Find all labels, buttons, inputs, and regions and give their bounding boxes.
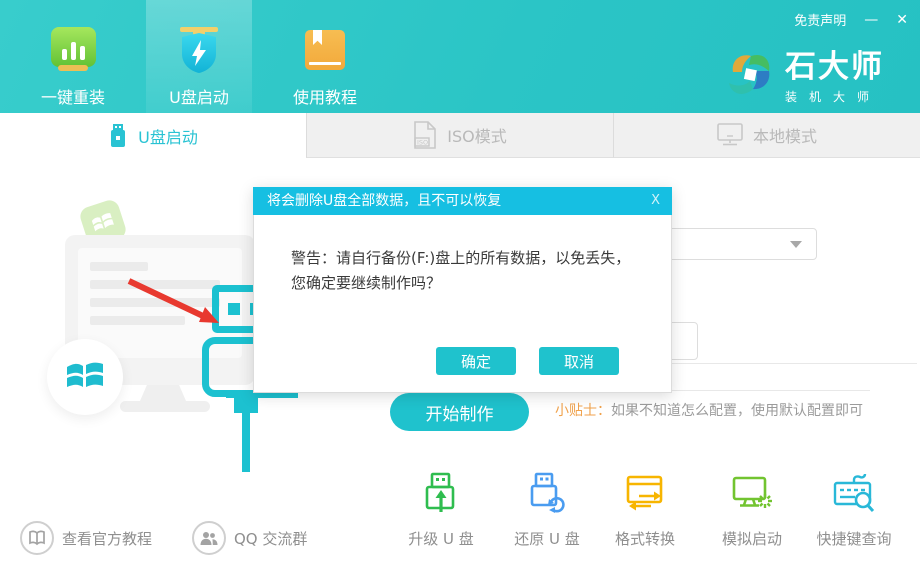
tool-upgrade-usb[interactable]: 升级 U 盘 xyxy=(386,471,496,549)
dialog-titlebar: 将会删除U盘全部数据，且不可以恢复 X xyxy=(253,187,672,215)
svg-text:ISO: ISO xyxy=(417,139,428,147)
official-tutorial-link[interactable]: 查看官方教程 xyxy=(20,521,152,555)
hotkey-search-icon xyxy=(831,471,877,517)
monitor-icon xyxy=(717,123,743,147)
tool-hotkey-query[interactable]: 快捷键查询 xyxy=(799,471,909,549)
subtab-label: 本地模式 xyxy=(753,123,817,147)
disclaimer-link[interactable]: 免责声明 xyxy=(794,10,846,29)
tool-format-convert[interactable]: 格式转换 xyxy=(590,471,700,549)
tool-simulate-boot[interactable]: 模拟启动 xyxy=(697,471,807,549)
tab-label: U盘启动 xyxy=(169,84,229,108)
mode-tabbar: U盘启动 ISO ISO模式 本地模式 xyxy=(0,113,920,158)
usb-restore-icon xyxy=(524,471,570,517)
brand-swirl-icon xyxy=(725,50,775,102)
iso-file-icon: ISO xyxy=(413,121,437,149)
brand-tagline: 装机大师 xyxy=(785,88,884,105)
tool-restore-usb[interactable]: 还原 U 盘 xyxy=(492,471,602,549)
subtab-label: U盘启动 xyxy=(138,124,198,148)
tip-text: 小贴士：如果不知道怎么配置，使用默认配置即可 xyxy=(555,400,863,420)
minimize-button[interactable]: — xyxy=(864,11,878,29)
tab-tutorial[interactable]: 使用教程 xyxy=(272,0,378,113)
windows-logo-icon xyxy=(47,339,123,415)
tab-usb-boot[interactable]: U盘启动 xyxy=(146,0,252,113)
dialog-close-icon[interactable]: X xyxy=(651,187,660,215)
brand-name: 石大师 xyxy=(785,50,884,84)
app-window: 一键重装 U盘启动 使 xyxy=(0,0,920,580)
cancel-button[interactable]: 取消 xyxy=(539,347,619,375)
tab-label: 使用教程 xyxy=(293,84,357,108)
subtab-usb-boot[interactable]: U盘启动 xyxy=(0,113,306,158)
dialog-message: 警告：请自行备份(F:)盘上的所有数据，以免丢失，您确定要继续制作吗？ xyxy=(291,246,643,296)
brand-logo: 石大师 装机大师 xyxy=(725,50,884,105)
main-content: 开始制作 小贴士：如果不知道怎么配置，使用默认配置即可 查看官方教程 xyxy=(0,158,920,580)
people-icon xyxy=(192,521,226,555)
header-bar: 一键重装 U盘启动 使 xyxy=(0,0,920,113)
close-button[interactable]: ✕ xyxy=(896,11,908,29)
bar-chart-icon xyxy=(51,27,96,75)
tab-label: 一键重装 xyxy=(41,84,105,108)
format-convert-icon xyxy=(622,471,668,517)
shield-lightning-icon xyxy=(177,27,221,75)
subtab-iso-mode[interactable]: ISO ISO模式 xyxy=(306,113,613,158)
dialog-title: 将会删除U盘全部数据，且不可以恢复 xyxy=(267,193,501,209)
tab-one-click-reinstall[interactable]: 一键重装 xyxy=(20,0,126,113)
ok-button[interactable]: 确定 xyxy=(436,347,516,375)
subtab-local-mode[interactable]: 本地模式 xyxy=(613,113,920,158)
usb-stick-icon xyxy=(108,124,128,148)
simulate-boot-icon xyxy=(729,471,775,517)
qq-group-link[interactable]: QQ 交流群 xyxy=(192,521,307,555)
confirm-dialog: 将会删除U盘全部数据，且不可以恢复 X 警告：请自行备份(F:)盘上的所有数据，… xyxy=(253,187,672,393)
start-create-button[interactable]: 开始制作 xyxy=(390,393,529,431)
book-open-icon xyxy=(20,521,54,555)
book-icon xyxy=(305,27,345,75)
chevron-down-icon xyxy=(790,241,802,248)
subtab-label: ISO模式 xyxy=(447,123,506,147)
usb-upgrade-icon xyxy=(418,471,464,517)
